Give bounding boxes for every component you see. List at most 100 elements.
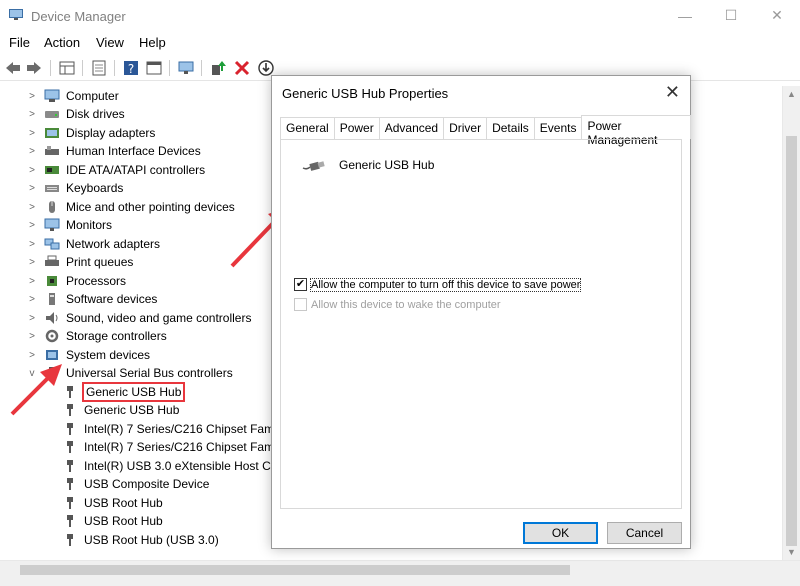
tree-device[interactable]: USB Root Hub xyxy=(62,512,165,530)
tree-category-print-queues[interactable]: > Print queues xyxy=(26,253,135,271)
allow-turn-off-checkbox[interactable]: ✔ xyxy=(294,278,307,291)
tab-details[interactable]: Details xyxy=(486,117,535,139)
tree-device-generic-usb-hub-selected[interactable]: Generic USB Hub xyxy=(62,382,186,402)
tab-advanced[interactable]: Advanced xyxy=(378,117,445,139)
chevron-right-icon[interactable]: > xyxy=(26,312,38,324)
tree-device[interactable]: Intel(R) USB 3.0 eXtensible Host Co xyxy=(62,457,279,475)
allow-turn-off-option[interactable]: ✔ Allow the computer to turn off this de… xyxy=(294,277,582,292)
svg-text:?: ? xyxy=(128,62,134,76)
chevron-right-icon[interactable]: > xyxy=(26,127,38,139)
tree-category-label: Human Interface Devices xyxy=(66,144,201,158)
scroll-thumb[interactable] xyxy=(786,136,797,546)
tab-power-management[interactable]: Power Management xyxy=(581,115,691,147)
tree-category-label: Print queues xyxy=(66,255,134,269)
chevron-right-icon[interactable]: > xyxy=(26,330,38,342)
chevron-right-icon[interactable]: > xyxy=(26,108,38,120)
add-driver-icon[interactable] xyxy=(209,59,227,77)
horizontal-scrollbar[interactable] xyxy=(0,560,800,578)
close-button[interactable]: ✕ xyxy=(754,0,800,31)
tree-category-mice[interactable]: > Mice and other pointing devices xyxy=(26,198,237,216)
minimize-button[interactable]: — xyxy=(662,0,708,31)
vertical-scrollbar[interactable]: ▲ ▼ xyxy=(782,86,800,560)
tree-category-display-adapters[interactable]: > Display adapters xyxy=(26,124,157,142)
chevron-right-icon[interactable]: > xyxy=(26,293,38,305)
help-icon[interactable]: ? xyxy=(122,59,140,77)
tree-category-software-devices[interactable]: > Software devices xyxy=(26,290,159,308)
power-management-panel: Generic USB Hub ✔ Allow the computer to … xyxy=(280,139,682,509)
back-icon[interactable] xyxy=(4,59,22,77)
tree-category-keyboards[interactable]: > Keyboards xyxy=(26,179,125,197)
tree-device[interactable]: Generic USB Hub xyxy=(62,401,181,419)
usb-icon xyxy=(67,423,73,435)
ok-button[interactable]: OK xyxy=(523,522,598,544)
chevron-right-icon[interactable]: > xyxy=(26,145,38,157)
chevron-right-icon[interactable]: > xyxy=(26,201,38,213)
monitor-icon xyxy=(44,218,60,231)
chevron-right-icon[interactable]: > xyxy=(26,238,38,250)
tree-category-hid[interactable]: > Human Interface Devices xyxy=(26,142,203,160)
tree-device[interactable]: USB Composite Device xyxy=(62,475,211,493)
toolbar-separator xyxy=(50,60,51,76)
scroll-down-icon[interactable]: ▼ xyxy=(787,547,796,557)
menu-file[interactable]: File xyxy=(9,35,30,50)
chevron-right-icon[interactable]: > xyxy=(26,182,38,194)
tab-driver[interactable]: Driver xyxy=(443,117,488,139)
chevron-right-icon[interactable]: > xyxy=(26,256,38,268)
allow-wake-checkbox xyxy=(294,298,307,311)
chevron-right-icon[interactable]: > xyxy=(26,275,38,287)
tree-category-label: Network adapters xyxy=(66,237,161,251)
tree-device[interactable]: USB Root Hub xyxy=(62,494,165,512)
menu-view[interactable]: View xyxy=(96,35,124,50)
tree-device[interactable]: USB Root Hub (USB 3.0) xyxy=(62,531,221,549)
sheet-icon[interactable] xyxy=(90,59,108,77)
tab-events[interactable]: Events xyxy=(533,117,583,139)
usb-icon xyxy=(67,515,73,527)
allow-wake-label: Allow this device to wake the computer xyxy=(311,298,501,311)
tree-category-label: Display adapters xyxy=(66,126,156,140)
monitor-icon[interactable] xyxy=(177,59,195,77)
tree-category-storage[interactable]: > Storage controllers xyxy=(26,327,169,345)
tree-category-label: Storage controllers xyxy=(66,329,167,343)
tree-category-network[interactable]: > Network adapters xyxy=(26,235,162,253)
dialog-close-button[interactable]: ✕ xyxy=(665,82,680,103)
forward-icon[interactable] xyxy=(25,59,43,77)
tree-device-label: USB Root Hub xyxy=(84,496,163,510)
toolbar-separator xyxy=(82,60,83,76)
menu-action[interactable]: Action xyxy=(44,35,80,50)
tree-category-label: Computer xyxy=(66,89,119,103)
maximize-button[interactable]: ☐ xyxy=(708,0,754,31)
tree-category-sound[interactable]: > Sound, video and game controllers xyxy=(26,309,253,327)
dialog-title: Generic USB Hub Properties xyxy=(282,86,449,101)
tree-device-label: Intel(R) USB 3.0 eXtensible Host Co xyxy=(84,459,278,473)
hid-icon xyxy=(45,146,59,155)
keyboard-icon xyxy=(45,185,59,192)
tree-device-label: Intel(R) 7 Series/C216 Chipset Fami xyxy=(84,440,277,454)
tree-category-ide[interactable]: > IDE ATA/ATAPI controllers xyxy=(26,161,207,179)
chevron-right-icon[interactable]: > xyxy=(26,90,38,102)
tree-category-label: Sound, video and game controllers xyxy=(66,311,252,325)
tree-category-monitors[interactable]: > Monitors xyxy=(26,216,114,234)
menu-help[interactable]: Help xyxy=(139,35,166,50)
tree-device[interactable]: Intel(R) 7 Series/C216 Chipset Fami xyxy=(62,420,279,438)
tree-category-computer[interactable]: > Computer xyxy=(26,87,121,105)
tab-general[interactable]: General xyxy=(280,117,335,139)
ide-icon xyxy=(45,166,59,174)
tree-device-label: Intel(R) 7 Series/C216 Chipset Fami xyxy=(84,422,277,436)
scroll-up-icon[interactable]: ▲ xyxy=(787,89,796,99)
properties-grid-icon[interactable] xyxy=(58,59,76,77)
tree-category-processors[interactable]: > Processors xyxy=(26,272,128,290)
tree-category-disk-drives[interactable]: > Disk drives xyxy=(26,105,127,123)
tab-strip: General Power Advanced Driver Details Ev… xyxy=(280,115,691,147)
chevron-right-icon[interactable]: > xyxy=(26,219,38,231)
panel-icon[interactable] xyxy=(145,59,163,77)
display-icon xyxy=(45,128,59,138)
chevron-right-icon[interactable]: > xyxy=(26,164,38,176)
tree-device[interactable]: Intel(R) 7 Series/C216 Chipset Fami xyxy=(62,438,279,456)
scroll-thumb[interactable] xyxy=(20,565,570,575)
cancel-button[interactable]: Cancel xyxy=(607,522,682,544)
tab-power[interactable]: Power xyxy=(333,117,380,139)
device-manager-icon xyxy=(9,9,23,20)
annotation-arrow-icon xyxy=(10,364,62,416)
uninstall-icon[interactable] xyxy=(233,59,251,77)
tree-category-label: Mice and other pointing devices xyxy=(66,200,235,214)
